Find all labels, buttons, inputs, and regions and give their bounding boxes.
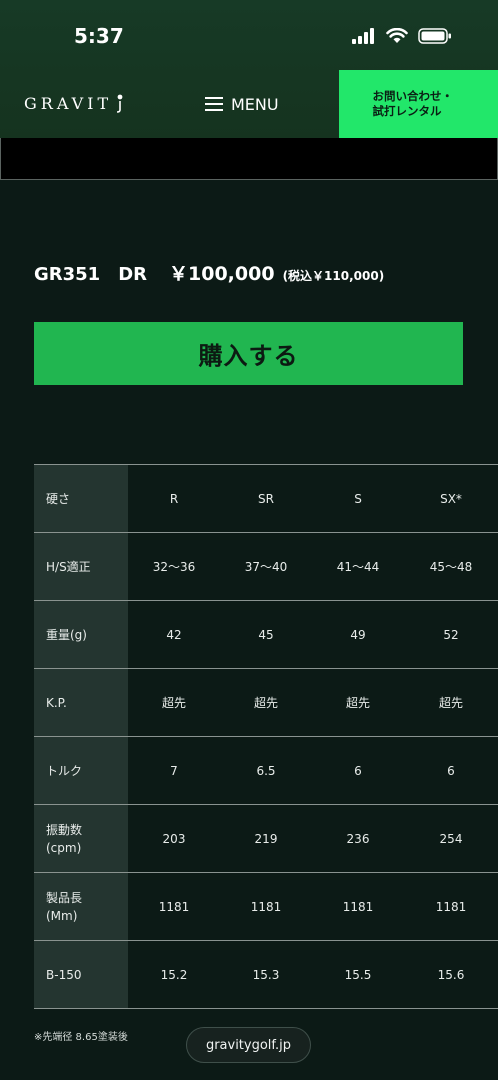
signal-icon [352,28,374,44]
table-cell: 6 [404,736,498,805]
table-cell: 1181 [312,872,404,941]
table-cell: 219 [220,804,312,873]
logo-mark-icon [116,94,123,113]
table-cell: 45 [220,600,312,669]
table-row: 硬さ R SR S SX* [34,464,498,533]
table-cell: 15.6 [404,940,498,1009]
table-cell: 52 [404,600,498,669]
table-cell: 15.3 [220,940,312,1009]
table-row: 振動数 (cpm) 203 219 236 254 [34,804,498,873]
row-label-torque: トルク [34,736,128,805]
table-cell: 超先 [128,668,220,737]
table-cell: 超先 [220,668,312,737]
status-icons [352,27,452,45]
table-cell: 6.5 [220,736,312,805]
table-cell: 1181 [220,872,312,941]
table-cell: 203 [128,804,220,873]
battery-icon [418,28,451,44]
table-cell: 37〜40 [220,532,312,601]
row-label-weight: 重量(g) [34,600,128,669]
row-label-kick-point: K.P. [34,668,128,737]
contact-rental-button[interactable]: お問い合わせ・ 試打レンタル [339,70,498,138]
table-cell: SX* [404,464,498,533]
row-label-head-speed: H/S適正 [34,532,128,601]
table-cell: 7 [128,736,220,805]
table-cell: 超先 [312,668,404,737]
table-cell: 41〜44 [312,532,404,601]
table-row: H/S適正 32〜36 37〜40 41〜44 45〜48 [34,532,498,601]
row-label-line: (Mm) [46,908,78,923]
table-cell: 236 [312,804,404,873]
status-bar: 5:37 [0,0,498,70]
table-cell: SR [220,464,312,533]
wifi-icon [386,28,408,43]
row-label-line: 振動数 [46,822,83,837]
row-label-line: 製品長 [46,890,83,905]
spec-footnote: ※先端径 8.65塗装後 [34,1032,128,1043]
site-logo[interactable]: GRAVIT [24,94,112,113]
product-price: ￥100,000 [169,263,275,285]
product-name: GR351 DR [34,264,148,285]
buy-button[interactable]: 購入する [34,322,463,385]
menu-label: MENU [231,94,279,114]
table-cell: 1181 [128,872,220,941]
status-time: 5:37 [74,24,124,48]
table-cell: 1181 [404,872,498,941]
table-row: B-150 15.2 15.3 15.5 15.6 [34,940,498,1009]
table-cell: 15.5 [312,940,404,1009]
row-label-line: (cpm) [46,840,82,855]
table-row: トルク 7 6.5 6 6 [34,736,498,805]
media-strip [0,138,498,180]
row-label-frequency: 振動数 (cpm) [34,804,128,873]
row-label-b150: B-150 [34,940,128,1009]
contact-label-line2: 試打レンタル [372,104,442,118]
row-label-hardness: 硬さ [34,464,128,533]
table-cell: S [312,464,404,533]
row-label-length: 製品長 (Mm) [34,872,128,941]
spec-table: 硬さ R SR S SX* H/S適正 32〜36 37〜40 41〜44 45… [34,464,498,1009]
site-header: GRAVIT MENU お問い合わせ・ 試打レンタル [0,70,498,138]
product-heading: GR351 DR ￥100,000 (税込￥110,000) [34,259,384,285]
table-row: 製品長 (Mm) 1181 1181 1181 1181 [34,872,498,941]
table-cell: 254 [404,804,498,873]
table-cell: R [128,464,220,533]
table-row: K.P. 超先 超先 超先 超先 [34,668,498,737]
menu-button[interactable]: MENU [205,92,279,116]
table-cell: 15.2 [128,940,220,1009]
product-tax-note: (税込￥110,000) [282,269,385,283]
browser-url-pill[interactable]: gravitygolf.jp [186,1027,311,1063]
hamburger-icon [205,97,223,111]
table-row: 重量(g) 42 45 49 52 [34,600,498,669]
table-cell: 45〜48 [404,532,498,601]
contact-label-line1: お問い合わせ・ [372,89,454,103]
table-cell: 42 [128,600,220,669]
table-cell: 32〜36 [128,532,220,601]
table-cell: 49 [312,600,404,669]
table-cell: 超先 [404,668,498,737]
table-cell: 6 [312,736,404,805]
